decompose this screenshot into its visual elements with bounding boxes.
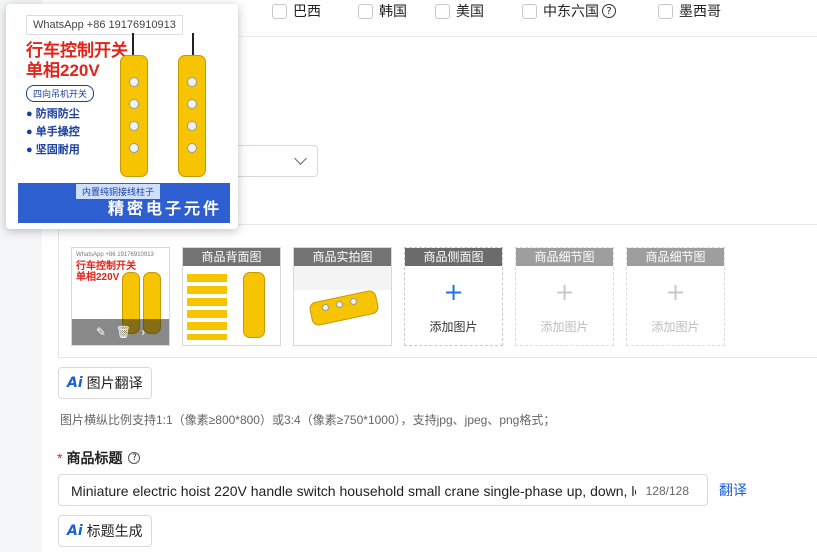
checkbox[interactable] — [658, 3, 673, 19]
checkbox[interactable] — [358, 3, 373, 19]
promo-banner-text: 精密电子元件 — [107, 201, 222, 218]
ai-icon: Ai — [67, 523, 83, 539]
country-option-brazil[interactable]: 巴西 — [272, 1, 358, 21]
slot-label: 商品细节图 — [516, 248, 613, 266]
promo-headline: 行车控制开关 单相220V — [26, 41, 128, 80]
plus-icon: + — [554, 278, 575, 306]
checkbox[interactable] — [435, 3, 450, 19]
country-option-middle-east[interactable]: 中东六国 ? — [522, 1, 658, 21]
plus-icon: + — [443, 278, 464, 306]
title-generate-button[interactable]: Ai 标题生成 — [58, 515, 152, 547]
image-slot-detail-1[interactable]: 商品细节图 + 添加图片 — [515, 247, 614, 346]
country-label: 巴西 — [293, 3, 321, 19]
chevron-down-icon — [294, 152, 307, 165]
add-image-label: 添加图片 — [651, 320, 700, 334]
slot-label: 商品背面图 — [183, 248, 280, 266]
checkbox[interactable] — [272, 3, 287, 19]
image-slot-back[interactable]: 商品背面图 — [182, 247, 281, 346]
image-translate-button[interactable]: Ai 图片翻译 — [58, 367, 152, 399]
edit-icon[interactable]: ✎ — [96, 325, 106, 339]
delete-icon[interactable]: 🗑 — [116, 325, 131, 339]
add-image-label: 添加图片 — [429, 320, 478, 334]
button-label: 标题生成 — [86, 523, 143, 539]
thumbnail-actions: ✎ 🗑 › — [72, 319, 169, 345]
image-preview-popup: WhatsApp +86 19176910913 行车控制开关 单相220V 四… — [6, 4, 238, 229]
whatsapp-watermark: WhatsApp +86 19176910913 — [26, 15, 183, 35]
required-mark: * — [57, 450, 63, 466]
pendant-left — [120, 55, 148, 177]
title-field-label: * 商品标题 ? — [57, 448, 141, 468]
help-icon[interactable]: ? — [602, 4, 616, 18]
promo-tag: 四向吊机开关 — [26, 85, 95, 102]
image-slot-main[interactable]: WhatsApp +86 19176910913 行车控制开关 单相220V ✎ … — [71, 247, 170, 346]
image-format-hint: 图片横纵比例支持1:1（像素≥800*800）或3:4（像素≥750*1000）… — [60, 413, 556, 427]
char-counter: 128/128 — [645, 484, 689, 498]
image-slot-real[interactable]: 商品实拍图 — [293, 247, 392, 346]
country-checkbox-row: 巴西 韩国 美国 中东六国 ? 墨西哥 — [195, 0, 738, 22]
promo-feature: 单手操控 — [26, 123, 80, 139]
button-label: 图片翻译 — [86, 375, 143, 391]
promo-feature: 坚固耐用 — [26, 141, 80, 157]
slot-label: 商品侧面图 — [405, 248, 502, 266]
checkbox[interactable] — [522, 3, 537, 19]
preview-image: WhatsApp +86 19176910913 行车控制开关 单相220V 四… — [18, 11, 230, 223]
country-option-usa[interactable]: 美国 — [435, 1, 522, 21]
title-input[interactable]: Miniature electric hoist 220V handle swi… — [58, 474, 708, 506]
add-image-label: 添加图片 — [540, 320, 589, 334]
country-label: 墨西哥 — [679, 3, 721, 19]
help-icon[interactable]: ? — [128, 452, 141, 464]
country-option-korea[interactable]: 韩国 — [358, 1, 435, 21]
country-option-mexico[interactable]: 墨西哥 — [658, 1, 738, 21]
whatsapp-watermark: WhatsApp +86 19176910913 — [76, 252, 154, 258]
country-label: 中东六国 — [543, 3, 599, 19]
translate-link[interactable]: 翻译 — [719, 480, 747, 500]
chevron-right-icon[interactable]: › — [141, 325, 145, 339]
promo-feature: 防雨防尘 — [26, 105, 80, 121]
ai-icon: Ai — [67, 375, 83, 391]
image-slot-side[interactable]: 商品侧面图 + 添加图片 — [404, 247, 503, 346]
slot-label: 商品细节图 — [627, 248, 724, 266]
country-label: 美国 — [456, 3, 484, 19]
image-slot-detail-2[interactable]: 商品细节图 + 添加图片 — [626, 247, 725, 346]
country-label: 韩国 — [379, 3, 407, 19]
pendant-right — [178, 55, 206, 177]
plus-icon: + — [665, 278, 686, 306]
title-input-value[interactable]: Miniature electric hoist 220V handle swi… — [71, 483, 636, 499]
slot-label: 商品实拍图 — [294, 248, 391, 266]
